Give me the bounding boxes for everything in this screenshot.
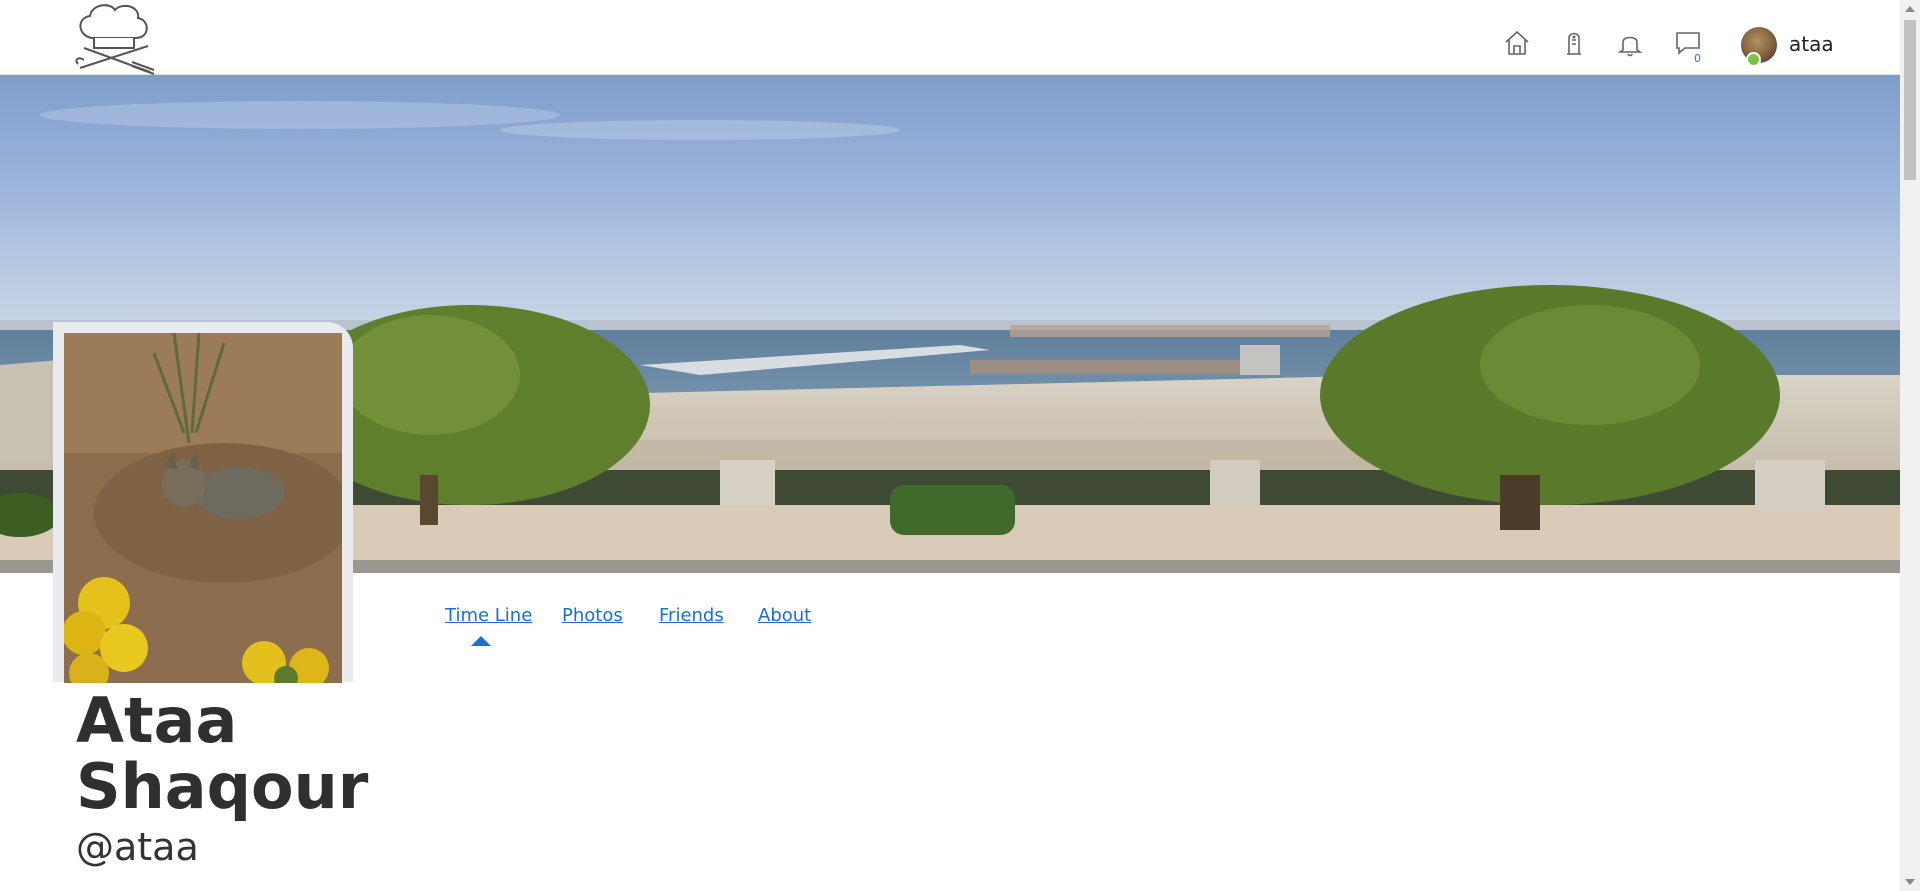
tab-friends[interactable]: Friends (659, 605, 724, 626)
avatar[interactable] (1741, 27, 1777, 67)
profile-full-name: Ataa Shaqour (76, 688, 368, 820)
online-status-dot (1746, 52, 1761, 67)
tab-timeline[interactable]: Time Line (445, 605, 532, 626)
profile-last-name: Shaqour (76, 750, 369, 823)
active-tab-indicator (471, 636, 491, 646)
top-navbar: 0 ataa (0, 0, 1900, 75)
tab-about[interactable]: About (758, 605, 811, 626)
scroll-up-arrow[interactable] (1905, 6, 1915, 12)
vertical-scrollbar[interactable] (1900, 0, 1920, 891)
notifications-bell-icon[interactable] (1615, 28, 1645, 58)
scroll-down-arrow[interactable] (1905, 879, 1915, 885)
scrollbar-thumb[interactable] (1904, 20, 1916, 180)
tab-photos[interactable]: Photos (562, 605, 623, 626)
chef-hat-logo-icon[interactable] (70, 0, 160, 76)
recipes-icon[interactable] (1559, 28, 1589, 58)
messages-count-badge: 0 (1694, 52, 1701, 65)
profile-handle: @ataa (76, 825, 199, 869)
header-username[interactable]: ataa (1789, 32, 1834, 56)
home-icon[interactable] (1502, 28, 1532, 58)
profile-picture[interactable] (64, 333, 342, 683)
profile-first-name: Ataa (76, 684, 238, 757)
